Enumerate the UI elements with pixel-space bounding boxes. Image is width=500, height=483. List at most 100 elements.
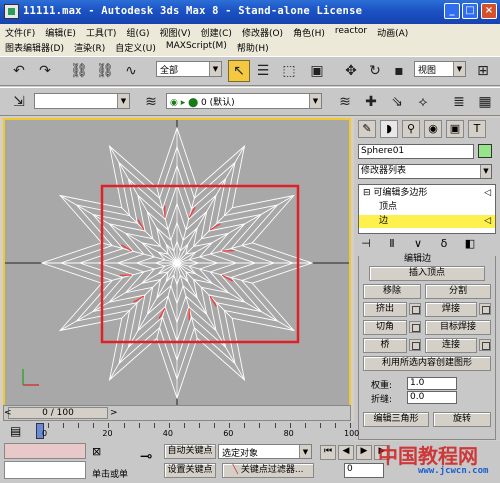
bridge-settings-icon[interactable] <box>409 339 421 351</box>
target-weld-button[interactable]: 目标焊接 <box>425 320 491 335</box>
auto-key-button[interactable]: 自动关键点 <box>164 444 216 459</box>
modify-tab-icon[interactable]: ◗ <box>380 120 398 138</box>
pin-stack-icon[interactable]: ⊣ <box>358 236 374 252</box>
layer-dropdown[interactable]: ◉ ▸ ⬤ 0 (默认) ▼ <box>166 93 322 109</box>
window-crossing-icon[interactable]: ▣ <box>306 60 328 82</box>
menu-item-row2-2[interactable]: 自定义(U) <box>115 41 156 54</box>
modifier-list-dropdown[interactable]: 修改器列表 ▼ <box>358 164 492 179</box>
make-unique-icon[interactable]: ∨ <box>410 236 426 252</box>
menu-item-row1-6[interactable]: 修改器(O) <box>242 26 283 39</box>
menu-item-row1-2[interactable]: 工具(T) <box>86 26 117 39</box>
render-setup-icon[interactable]: ▦ <box>474 91 496 113</box>
select-link-icon[interactable]: ⛓ <box>68 60 90 82</box>
prev-frame-button-icon[interactable]: ◀ <box>338 445 354 460</box>
extrude-button[interactable]: 挤出 <box>363 302 407 317</box>
motion-tab-icon[interactable]: ◉ <box>424 120 442 138</box>
lock-selection-icon[interactable]: ⊠ <box>92 445 120 459</box>
weld-settings-icon[interactable] <box>479 303 491 315</box>
pivot-center-icon[interactable]: ⊞ <box>472 60 494 82</box>
selection-filter-dropdown[interactable]: 全部 ▼ <box>156 61 222 77</box>
named-selection-dropdown[interactable]: ▼ <box>34 93 130 109</box>
rotate-icon[interactable]: ↻ <box>364 60 386 82</box>
hierarchy-tab-icon[interactable]: ⚲ <box>402 120 420 138</box>
rollout-title[interactable]: 编辑边 <box>401 251 435 264</box>
object-name-field[interactable]: Sphere01 <box>358 144 474 159</box>
stack-item-editable-poly[interactable]: ⊟ 可编辑多边形 ◁ <box>359 187 495 200</box>
minimize-button[interactable]: _ <box>444 3 460 19</box>
menu-item-row1-0[interactable]: 文件(F) <box>5 26 35 39</box>
set-key-button[interactable]: 设置关键点 <box>164 463 216 478</box>
create-layer-icon[interactable]: ≋ <box>334 91 356 113</box>
crease-spinner[interactable]: 0.0 <box>407 391 457 404</box>
bridge-button[interactable]: 桥 <box>363 338 407 353</box>
key-mode-dropdown[interactable]: 选定对象 ▼ <box>218 444 312 459</box>
menu-item-row1-4[interactable]: 视图(V) <box>159 26 190 39</box>
chamfer-settings-icon[interactable] <box>409 321 421 333</box>
chamfer-button[interactable]: 切角 <box>363 320 407 335</box>
move-icon[interactable]: ✥ <box>340 60 362 82</box>
key-filters-button[interactable]: ╲ 关键点过滤器... <box>222 463 314 478</box>
track-bar[interactable]: ▤ 0 20 40 60 80 100 <box>0 421 359 441</box>
menu-item-row1-5[interactable]: 创建(C) <box>201 26 232 39</box>
configure-modifier-sets-icon[interactable]: ◧ <box>462 236 478 252</box>
unlink-icon[interactable]: ⛓ <box>94 60 116 82</box>
time-slider[interactable]: 0 / 100 <box>8 407 108 419</box>
undo-icon[interactable]: ↶ <box>8 60 30 82</box>
layer-properties-icon[interactable]: ≣ <box>448 91 470 113</box>
snap-toggle-icon[interactable]: ⇲ <box>8 91 30 113</box>
menu-item-row1-1[interactable]: 编辑(E) <box>45 26 76 39</box>
prev-frame-icon[interactable]: < <box>4 408 12 418</box>
insert-vertex-button[interactable]: 插入顶点 <box>369 266 485 281</box>
extrude-settings-icon[interactable] <box>409 303 421 315</box>
display-tab-icon[interactable]: ▣ <box>446 120 464 138</box>
add-time-tag[interactable]: 单击或单 <box>92 467 128 480</box>
split-button[interactable]: 分割 <box>425 284 491 299</box>
add-to-layer-icon[interactable]: ✚ <box>360 91 382 113</box>
connect-settings-icon[interactable] <box>479 339 491 351</box>
object-color-swatch[interactable] <box>478 144 492 158</box>
show-end-result-icon[interactable]: Ⅱ <box>384 236 400 252</box>
select-object-icon[interactable]: ↖ <box>228 60 250 82</box>
app-icon[interactable] <box>4 4 19 19</box>
utilities-tab-icon[interactable]: T <box>468 120 486 138</box>
weight-spinner[interactable]: 1.0 <box>407 377 457 390</box>
rectangle-selection-icon[interactable]: ⬚ <box>278 60 300 82</box>
maxscript-listener-mini[interactable] <box>4 443 86 459</box>
edit-triangulation-button[interactable]: 编辑三角形 <box>363 412 429 427</box>
menu-item-row2-1[interactable]: 渲染(R) <box>74 41 105 54</box>
stack-item-edge[interactable]: 边 ◁ <box>359 215 495 228</box>
weld-button[interactable]: 焊接 <box>425 302 477 317</box>
time-slider-track[interactable]: 0 / 100 < > <box>3 405 351 421</box>
bind-space-warp-icon[interactable]: ∿ <box>120 60 142 82</box>
layer-manager-icon[interactable]: ≋ <box>140 91 162 113</box>
create-tab-icon[interactable]: ✎ <box>358 120 376 138</box>
reference-coord-dropdown[interactable]: 视图 ▼ <box>414 61 466 77</box>
select-in-layer-icon[interactable]: ⇘ <box>386 91 408 113</box>
top-viewport[interactable]: 顶 <box>3 118 351 408</box>
collapse-icon[interactable]: ⊟ <box>359 188 371 198</box>
menu-item-row2-3[interactable]: MAXScript(M) <box>166 41 227 54</box>
remove-modifier-icon[interactable]: δ <box>436 236 452 252</box>
connect-button[interactable]: 连接 <box>425 338 477 353</box>
menu-item-row1-9[interactable]: 动画(A) <box>377 26 408 39</box>
redo-icon[interactable]: ↷ <box>34 60 56 82</box>
set-current-layer-icon[interactable]: ⟡ <box>412 91 434 113</box>
menu-item-row2-0[interactable]: 图表编辑器(D) <box>5 41 64 54</box>
next-frame-icon[interactable]: > <box>110 408 118 418</box>
mini-curve-editor-icon[interactable]: ▤ <box>10 424 30 438</box>
menu-item-row1-3[interactable]: 组(G) <box>126 26 149 39</box>
select-by-name-icon[interactable]: ☰ <box>252 60 274 82</box>
viewport-drawing[interactable] <box>5 120 349 406</box>
menu-item-row2-4[interactable]: 帮助(H) <box>237 41 269 54</box>
go-to-start-icon[interactable]: ⏮ <box>320 445 336 460</box>
play-icon[interactable]: ▶ <box>356 445 372 460</box>
menu-item-row1-7[interactable]: 角色(H) <box>293 26 325 39</box>
turn-button[interactable]: 旋转 <box>433 412 491 427</box>
stack-item-vertex[interactable]: 顶点 <box>359 201 495 214</box>
modifier-stack[interactable]: ⊟ 可编辑多边形 ◁ 顶点 边 ◁ <box>358 184 496 234</box>
close-button[interactable]: × <box>481 3 497 19</box>
scale-icon[interactable]: ▪ <box>388 60 410 82</box>
create-shape-button[interactable]: 利用所选内容创建图形 <box>363 356 491 371</box>
maximize-button[interactable]: □ <box>462 3 478 19</box>
menu-item-row1-8[interactable]: reactor <box>335 26 367 39</box>
